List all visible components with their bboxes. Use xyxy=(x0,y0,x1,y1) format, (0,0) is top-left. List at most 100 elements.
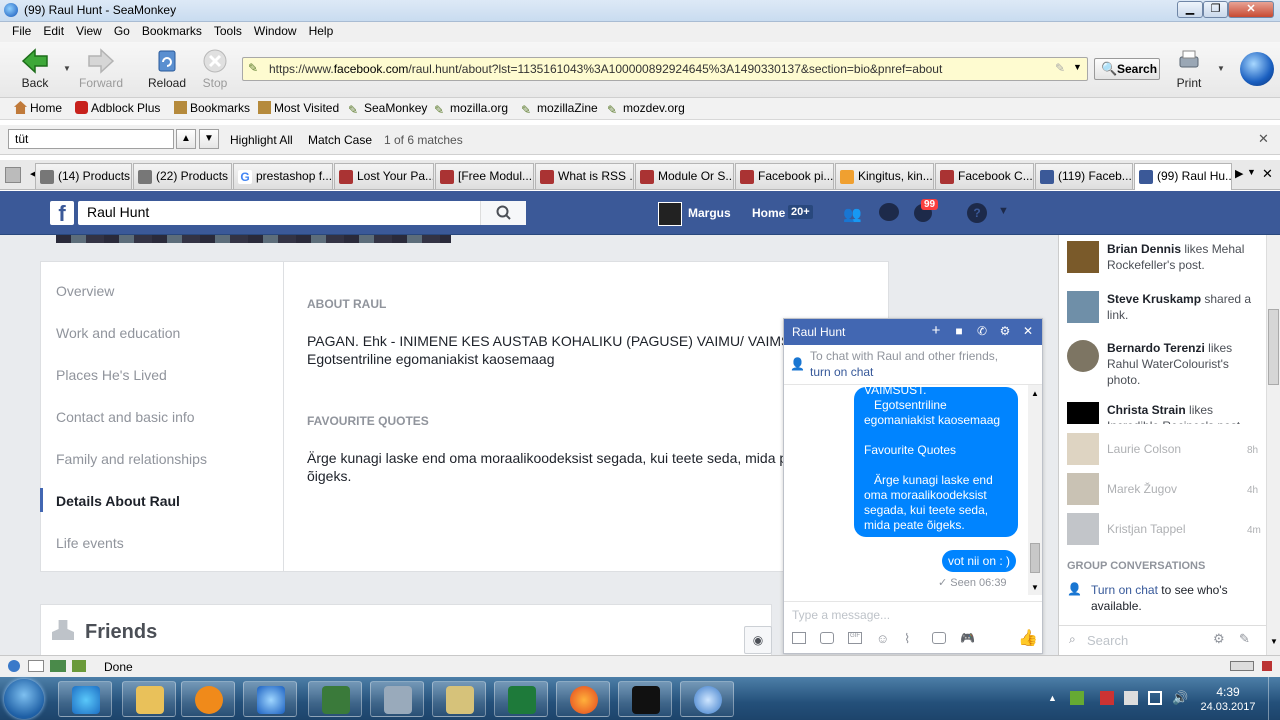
menu-file[interactable]: File xyxy=(6,22,37,38)
avatar[interactable] xyxy=(658,202,682,226)
find-previous-button[interactable]: ▲ xyxy=(176,129,196,149)
tab-products-22[interactable]: (22) Products xyxy=(133,163,232,189)
tab-module-or[interactable]: Module Or S... xyxy=(635,163,734,189)
gif-icon[interactable]: GIF xyxy=(848,632,862,644)
menu-go[interactable]: Go xyxy=(108,22,136,38)
bookmark-home[interactable]: Home xyxy=(14,101,62,115)
about-nav-overview[interactable]: Overview xyxy=(56,283,114,299)
taskbar-app-1[interactable] xyxy=(308,681,362,717)
addressbook-icon[interactable] xyxy=(72,660,86,672)
new-tab-icon[interactable] xyxy=(5,167,21,183)
volume-icon[interactable]: 🔊 xyxy=(1172,690,1188,706)
about-nav-family[interactable]: Family and relationships xyxy=(56,451,207,467)
bookmark-seamonkey[interactable]: ✎ SeaMonkey xyxy=(348,101,427,117)
sticker-icon[interactable] xyxy=(820,632,834,644)
ticker-item[interactable]: Bernardo Terenzi likes Rahul WaterColour… xyxy=(1067,340,1263,390)
print-button[interactable]: Print xyxy=(1164,44,1214,94)
chat-search-input[interactable]: Search xyxy=(1087,633,1128,648)
action-center-icon[interactable] xyxy=(1100,691,1114,705)
url-bar[interactable]: ✎ https://www.facebook.com/raul.hunt/abo… xyxy=(242,57,1088,81)
taskbar-app-3[interactable] xyxy=(680,681,734,717)
tab-facebook-119[interactable]: (119) Faceb... xyxy=(1035,163,1133,189)
emoji-icon[interactable]: ☺ xyxy=(876,631,889,646)
taskbar-explorer[interactable] xyxy=(122,681,176,717)
turn-on-chat-link[interactable]: Turn on chat xyxy=(1091,583,1158,597)
about-nav-details[interactable]: Details About Raul xyxy=(56,493,180,509)
network-icon[interactable] xyxy=(1148,691,1162,705)
photo-icon[interactable] xyxy=(792,632,806,644)
taskbar-terminal[interactable] xyxy=(618,681,672,717)
menu-window[interactable]: Window xyxy=(248,22,303,38)
tab-raul-hunt[interactable]: (99) Raul Hu... xyxy=(1134,163,1232,190)
bookmark-bookmarks[interactable]: Bookmarks xyxy=(174,101,250,115)
tab-free-module[interactable]: [Free Modul... xyxy=(435,163,534,189)
show-desktop-button[interactable] xyxy=(1268,677,1280,720)
bookmark-mozillazine[interactable]: ✎ mozillaZine xyxy=(521,101,598,117)
turn-on-chat-link[interactable]: turn on chat xyxy=(810,365,873,379)
message-input[interactable]: Type a message... xyxy=(792,608,890,622)
taskbar-seamonkey[interactable] xyxy=(243,681,297,717)
menu-view[interactable]: View xyxy=(70,22,108,38)
profile-link[interactable]: Margus xyxy=(688,206,731,220)
bookmark-mozdev[interactable]: ✎ mozdev.org xyxy=(607,101,685,117)
close-chat-icon[interactable]: ✕ xyxy=(1021,324,1035,338)
friends-heading[interactable]: Friends xyxy=(85,621,157,644)
settings-gear-icon[interactable]: ⚙ xyxy=(1213,631,1225,647)
back-dropdown-icon[interactable]: ▼ xyxy=(63,64,71,73)
phone-icon[interactable]: ✆ xyxy=(975,324,989,338)
taskbar-app-2[interactable] xyxy=(432,681,486,717)
about-nav-work[interactable]: Work and education xyxy=(56,325,180,341)
globe-icon[interactable]: ◉ xyxy=(744,626,772,654)
menu-edit[interactable]: Edit xyxy=(37,22,70,38)
search-button[interactable]: 🔍 Search xyxy=(1094,58,1160,80)
chat-title[interactable]: Raul Hunt xyxy=(792,325,845,339)
chat-scrollbar[interactable]: ▲ ▼ xyxy=(1028,385,1042,595)
taskbar-firefox[interactable] xyxy=(556,681,610,717)
close-tab-icon[interactable]: ✕ xyxy=(1262,166,1273,182)
chat-header[interactable]: Raul Hunt + ■ ✆ ⚙ ✕ xyxy=(784,319,1042,345)
menu-help[interactable]: Help xyxy=(303,22,340,38)
reload-button[interactable]: Reload xyxy=(142,44,192,94)
facebook-search-button[interactable] xyxy=(480,201,526,225)
ticker-item[interactable]: Brian Dennis likes Mehal Rockefeller's p… xyxy=(1067,241,1263,281)
bookmark-page-icon[interactable]: ✎ xyxy=(1055,61,1065,75)
match-case-button[interactable]: Match Case xyxy=(308,133,372,147)
contact-item[interactable]: Kristjan Tappel 4m xyxy=(1067,513,1263,547)
friend-requests-icon[interactable]: 👥 xyxy=(843,205,862,223)
new-message-icon[interactable]: ✎ xyxy=(1239,631,1250,647)
back-button[interactable]: Back xyxy=(10,44,60,94)
bookmark-mozilla[interactable]: ✎ mozilla.org xyxy=(434,101,508,117)
taskbar-media-player[interactable] xyxy=(181,681,235,717)
highlight-all-button[interactable]: Highlight All xyxy=(230,133,293,147)
about-nav-places[interactable]: Places He's Lived xyxy=(56,367,167,383)
contact-item[interactable]: Laurie Colson 8h xyxy=(1067,433,1263,467)
tab-kingitus[interactable]: Kingitus, kin... xyxy=(835,163,934,189)
game-controller-icon[interactable]: 🎮 xyxy=(960,631,975,645)
home-link[interactable]: Home xyxy=(752,206,785,220)
account-menu-icon[interactable]: ▼ xyxy=(998,205,1009,217)
url-dropdown-icon[interactable]: ▼ xyxy=(1073,62,1082,72)
attachment-icon[interactable]: ⌇ xyxy=(904,631,910,647)
taskbar-settings[interactable] xyxy=(370,681,424,717)
settings-gear-icon[interactable]: ⚙ xyxy=(998,324,1012,338)
camera-icon[interactable] xyxy=(932,632,946,644)
minimize-button[interactable]: ▁ xyxy=(1177,1,1203,18)
ticker-item[interactable]: Steve Kruskamp shared a link. xyxy=(1067,291,1263,331)
composer-icon[interactable] xyxy=(50,660,66,672)
contact-item[interactable]: Marek Žugov 4h xyxy=(1067,473,1263,507)
messenger-icon[interactable] xyxy=(879,203,899,221)
find-input[interactable] xyxy=(8,129,174,149)
bookmark-adblock[interactable]: Adblock Plus xyxy=(75,101,160,115)
forward-button[interactable]: Forward xyxy=(76,44,126,94)
ticker-item[interactable]: Christa Strain likes Incredible Recipes'… xyxy=(1067,402,1263,424)
like-thumb-icon[interactable]: 👍 xyxy=(1018,628,1038,648)
facebook-search-input[interactable]: Raul Hunt xyxy=(78,201,526,225)
about-nav-life-events[interactable]: Life events xyxy=(56,535,124,551)
close-button[interactable]: ✕ xyxy=(1228,1,1274,18)
tab-prestashop[interactable]: Gprestashop f... xyxy=(233,163,333,189)
bookmark-most-visited[interactable]: Most Visited xyxy=(258,101,339,115)
tab-facebook-c[interactable]: Facebook C... xyxy=(935,163,1034,189)
devices-icon[interactable] xyxy=(1124,691,1138,705)
menu-bookmarks[interactable]: Bookmarks xyxy=(136,22,208,38)
mail-icon[interactable] xyxy=(28,660,44,672)
